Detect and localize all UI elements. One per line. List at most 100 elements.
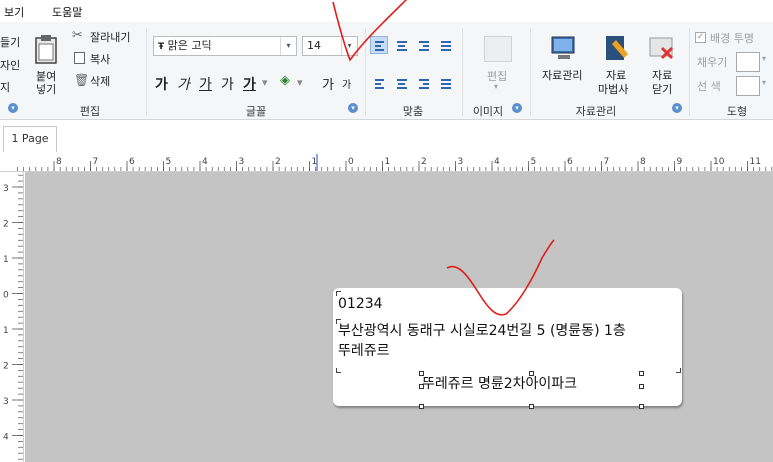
clipped-button-1[interactable]: 들기 xyxy=(0,34,20,50)
ruler-label: 8 xyxy=(56,157,62,167)
menu-bar: 보기 도움말 xyxy=(0,0,773,22)
ruler-label: 2 xyxy=(421,157,427,167)
grow-font-button[interactable]: 가 xyxy=(322,74,334,93)
resize-handle[interactable] xyxy=(419,404,424,409)
resize-handle[interactable] xyxy=(529,371,534,376)
shrink-font-button[interactable]: 가 xyxy=(342,76,351,91)
chevron-down-icon[interactable]: ▾ xyxy=(762,78,766,87)
paste-button[interactable]: 붙여 넣기 xyxy=(32,34,60,100)
copy-icon xyxy=(74,52,85,64)
paste-label-2: 넣기 xyxy=(36,83,57,96)
horizontal-ruler-ticks: 876543210123456789101112 xyxy=(17,154,773,171)
clipped-button-2[interactable]: 자인 xyxy=(0,57,20,73)
underline-button[interactable]: 가 xyxy=(199,74,212,94)
image-group-launcher-icon[interactable]: ▾ xyxy=(512,103,522,113)
checkbox-icon: ✓ xyxy=(695,32,706,43)
font-size-combo[interactable]: 14 ▾ xyxy=(302,36,358,56)
ruler-label: 0 xyxy=(3,291,9,301)
trash-icon: 🗑 xyxy=(74,73,90,87)
edit-group-label: 편집 xyxy=(79,105,101,118)
line-color-label: 선 색 xyxy=(697,80,721,93)
font-name-value: 맑은 고딕 xyxy=(167,39,212,52)
ruler-label: 8 xyxy=(640,157,646,167)
ruler-label: 2 xyxy=(275,157,281,167)
data-wizard-button[interactable]: 자료 마법사 xyxy=(596,34,636,98)
label-card[interactable]: 01234 부산광역시 동래구 시실로24번길 5 (명륜동) 1층 뚜레쥬르 … xyxy=(333,288,682,409)
horizontal-ruler: 876543210123456789101112 xyxy=(0,152,773,172)
ruler-label: 4 xyxy=(494,157,500,167)
vertical-ruler: 3 2 1 0 1 2 3 4 xyxy=(0,172,24,462)
resize-handle[interactable] xyxy=(419,384,424,389)
clipboard-icon xyxy=(35,35,57,64)
company-text[interactable]: 뚜레쥬르 xyxy=(338,340,390,360)
data-close-button[interactable]: 자료 닫기 xyxy=(644,34,680,98)
chevron-down-icon[interactable]: ▾ xyxy=(297,76,303,89)
tab-page-1[interactable]: 1 Page xyxy=(3,126,57,152)
align-center-top-button[interactable] xyxy=(392,36,410,54)
group-separator xyxy=(689,28,690,116)
strikethrough-button[interactable]: 가 xyxy=(221,74,234,94)
align-group-label: 맞춤 xyxy=(402,105,424,118)
text-color-button[interactable]: 가 xyxy=(243,74,256,94)
cut-button[interactable]: ✂ 잘라내기 xyxy=(72,28,142,46)
data-close-label-2: 닫기 xyxy=(652,83,673,96)
menu-view[interactable]: 보기 xyxy=(4,4,24,20)
address-text[interactable]: 부산광역시 동래구 시실로24번길 5 (명륜동) 1층 xyxy=(338,320,626,340)
image-edit-button[interactable]: 편집 ▾ xyxy=(478,34,518,98)
chevron-down-icon[interactable]: ▾ xyxy=(262,76,268,89)
ruler-label: 6 xyxy=(129,157,135,167)
font-group-launcher-icon[interactable]: ▾ xyxy=(348,103,358,113)
group-separator xyxy=(365,28,366,116)
chevron-down-icon: ▾ xyxy=(494,82,499,91)
ruler-label: 3 xyxy=(3,184,9,194)
font-name-combo[interactable]: Ŧ 맑은 고딕 ▾ xyxy=(153,36,297,56)
bold-button[interactable]: 가 xyxy=(155,74,168,94)
ruler-label: 2 xyxy=(3,362,9,372)
resize-handle[interactable] xyxy=(419,371,424,376)
resize-handle[interactable] xyxy=(639,371,644,376)
clipped-button-3[interactable]: 지 xyxy=(0,79,10,95)
resize-handle[interactable] xyxy=(639,404,644,409)
data-manage-label: 자료관리 xyxy=(542,69,583,82)
chevron-down-icon[interactable]: ▾ xyxy=(762,54,766,63)
fill-color-icon[interactable]: ◈ xyxy=(280,73,290,88)
menu-help[interactable]: 도움말 xyxy=(52,4,82,20)
chevron-down-icon: ▾ xyxy=(341,37,357,55)
image-icon xyxy=(484,36,512,62)
data-group-label: 자료관리 xyxy=(575,105,617,118)
postal-code-text[interactable]: 01234 xyxy=(338,296,383,312)
wizard-book-icon xyxy=(606,36,628,60)
computer-icon xyxy=(551,36,575,59)
fill-label: 채우기 xyxy=(697,56,728,69)
justify-top-button[interactable] xyxy=(436,36,454,54)
clipped-group-launcher-icon[interactable]: ▾ xyxy=(8,103,18,113)
background-transparent-label: 배경 투명 xyxy=(710,32,754,45)
text-box-corner-mark xyxy=(336,368,341,373)
data-manage-button[interactable]: 자료관리 xyxy=(540,34,588,94)
delete-button[interactable]: 🗑 삭제 xyxy=(72,72,122,90)
fill-color-picker[interactable] xyxy=(736,52,760,72)
shop-name-text[interactable]: 뚜레쥬르 명륜2차아이파크 xyxy=(422,373,577,393)
ruler-label: 4 xyxy=(202,157,208,167)
resize-handle[interactable] xyxy=(529,404,534,409)
align-center-bottom-button[interactable] xyxy=(392,74,410,92)
group-separator xyxy=(146,28,147,116)
align-right-top-button[interactable] xyxy=(414,36,432,54)
background-transparent-checkbox[interactable]: ✓ 배경 투명 xyxy=(695,30,773,46)
align-right-bottom-button[interactable] xyxy=(414,74,432,92)
justify-bottom-button[interactable] xyxy=(436,74,454,92)
align-left-bottom-button[interactable] xyxy=(370,74,388,92)
ruler-label: 1 xyxy=(3,326,9,336)
italic-button[interactable]: 가 xyxy=(177,74,190,94)
close-data-icon xyxy=(649,37,674,60)
line-color-picker[interactable] xyxy=(736,76,760,96)
ruler-label: 3 xyxy=(239,157,245,167)
resize-handle[interactable] xyxy=(639,384,644,389)
chevron-down-icon: ▾ xyxy=(280,37,296,55)
copy-button[interactable]: 복사 xyxy=(72,50,122,68)
truetype-icon: Ŧ xyxy=(158,42,165,52)
align-left-top-button[interactable] xyxy=(370,36,388,54)
ruler-label: 4 xyxy=(3,433,9,443)
data-group-launcher-icon[interactable]: ▾ xyxy=(672,103,682,113)
ruler-label: 5 xyxy=(166,157,172,167)
